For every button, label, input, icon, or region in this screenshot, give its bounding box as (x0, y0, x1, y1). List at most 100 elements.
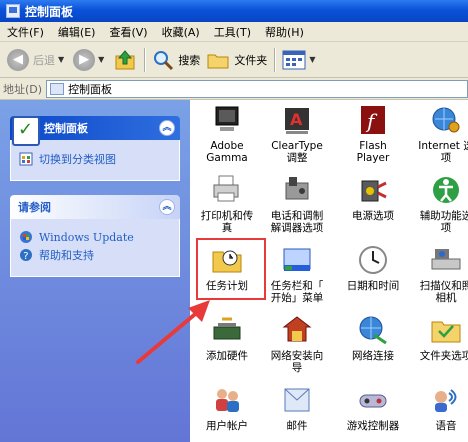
address-input[interactable]: 控制面板 (46, 79, 468, 98)
item-label: 电话和调制 解调器选项 (270, 210, 324, 234)
toolbar: ◀ 后退 ▼ ▶ ▼ 搜索 文件夹 ▼ (0, 42, 468, 78)
control-panel-item[interactable]: Adobe Gamma (191, 103, 263, 164)
flash-icon: f (356, 103, 390, 137)
item-label: 网络安装向 导 (270, 350, 324, 374)
folder-icon (207, 54, 229, 68)
svg-text:A: A (290, 110, 303, 129)
item-label: 文件夹选项 (419, 350, 468, 362)
item-label: Adobe Gamma (206, 140, 248, 164)
back-arrow-icon: ◀ (7, 48, 29, 71)
collapse-chevron-icon[interactable]: ︽ (159, 120, 175, 136)
up-folder-icon (115, 49, 135, 69)
category-view-icon (19, 152, 33, 166)
menu-edit[interactable]: 编辑(E) (51, 24, 103, 40)
dropdown-arrow-icon[interactable]: ▼ (309, 55, 315, 64)
search-icon (154, 50, 174, 70)
section-body: Windows Update ? 帮助和支持 (10, 219, 180, 277)
taskbar-icon (280, 243, 314, 277)
address-value: 控制面板 (68, 82, 113, 96)
switch-to-category-view-link[interactable]: 切换到分类视图 (19, 151, 173, 167)
menu-tools[interactable]: 工具(T) (207, 24, 258, 40)
control-panel-item[interactable]: f Flash Player (337, 103, 409, 164)
control-panel-item[interactable]: 语音 (410, 383, 468, 432)
section-header[interactable]: 请参阅 ︽ (10, 195, 180, 219)
mail-icon (280, 383, 314, 417)
item-label: 网络连接 (352, 350, 394, 362)
network-setup-icon (280, 313, 314, 347)
folders-button[interactable]: 文件夹 (203, 46, 270, 74)
game-controller-icon (356, 383, 390, 417)
control-panel-item[interactable]: 网络连接 (337, 313, 409, 362)
power-icon (356, 173, 390, 207)
windows-update-icon (20, 231, 32, 243)
control-panel-item[interactable]: 网络安装向 导 (261, 313, 333, 374)
item-label: 扫描仪和照 相机 (419, 280, 468, 304)
views-icon (282, 50, 306, 69)
see-also-section: 请参阅 ︽ Windows Update ? 帮助和支持 (10, 195, 180, 277)
control-panel-item[interactable]: 电源选项 (337, 173, 409, 222)
forward-arrow-icon: ▶ (73, 48, 96, 71)
control-panel-item[interactable]: 任务栏和「 开始」菜单 (261, 243, 333, 304)
annotation-arrow-icon (136, 300, 210, 364)
control-panel-icon (6, 4, 20, 18)
item-label: 用户帐户 (206, 420, 248, 432)
views-button[interactable]: ▼ (279, 46, 321, 74)
help-and-support-link[interactable]: ? 帮助和支持 (19, 247, 173, 263)
control-panel-item[interactable]: Internet 选 项 (410, 103, 468, 164)
menu-favorites[interactable]: 收藏(A) (155, 24, 207, 40)
folder-options-icon (429, 313, 463, 347)
collapse-chevron-icon[interactable]: ︽ (159, 199, 175, 215)
menu-bar: 文件(F) 编辑(E) 查看(V) 收藏(A) 工具(T) 帮助(H) (0, 22, 468, 42)
control-panel-item[interactable]: 游戏控制器 (337, 383, 409, 432)
internet-options-icon (429, 103, 463, 137)
menu-help[interactable]: 帮助(H) (258, 24, 311, 40)
address-label: 地址(D) (3, 82, 43, 96)
control-panel-item[interactable]: 辅助功能选 项 (410, 173, 468, 234)
control-panel-icon (50, 82, 65, 95)
menu-view[interactable]: 查看(V) (102, 24, 154, 40)
toolbar-separator (274, 47, 276, 72)
scanner-icon (429, 243, 463, 277)
user-accounts-icon (210, 383, 244, 417)
toolbar-separator (144, 47, 146, 72)
menu-file[interactable]: 文件(F) (0, 24, 51, 40)
control-panel-badge-icon (12, 116, 40, 146)
windows-update-link[interactable]: Windows Update (19, 230, 173, 244)
item-label: 电源选项 (352, 210, 394, 222)
control-panel-item[interactable]: 文件夹选项 (410, 313, 468, 362)
cleartype-icon: A (280, 103, 314, 137)
control-panel-item[interactable]: A ClearType 调整 (261, 103, 333, 164)
address-bar: 地址(D) 控制面板 (0, 78, 468, 100)
control-panel-item[interactable]: 电话和调制 解调器选项 (261, 173, 333, 234)
title-bar: 控制面板 (0, 0, 468, 22)
item-label: 邮件 (286, 420, 308, 432)
help-icon: ? (20, 249, 32, 262)
section-body: 切换到分类视图 (10, 140, 180, 181)
item-label: Internet 选 项 (418, 140, 468, 164)
item-label: 语音 (435, 420, 457, 432)
dropdown-arrow-icon[interactable]: ▼ (58, 55, 64, 64)
item-label: 打印机和传 真 (200, 210, 254, 234)
adobe-gamma-icon (210, 103, 244, 137)
item-label: 日期和时间 (346, 280, 400, 292)
phone-modem-icon (280, 173, 314, 207)
control-panel-item[interactable]: 打印机和传 真 (191, 173, 263, 234)
control-panel-item[interactable]: 用户帐户 (191, 383, 263, 432)
control-panel-item[interactable]: 邮件 (261, 383, 333, 432)
up-button[interactable] (110, 46, 140, 74)
back-button[interactable]: ◀ 后退 ▼ (4, 46, 70, 74)
dropdown-arrow-icon[interactable]: ▼ (98, 55, 104, 64)
network-connections-icon (356, 313, 390, 347)
svg-text:?: ? (23, 251, 28, 262)
clock-icon (356, 243, 390, 277)
control-panel-item[interactable]: 日期和时间 (337, 243, 409, 292)
task-pane: 控制面板 ︽ 切换到分类视图 请参阅 ︽ Windows Update ? 帮助… (0, 100, 190, 442)
control-panel-item[interactable]: 扫描仪和照 相机 (410, 243, 468, 304)
printer-icon (210, 173, 244, 207)
accessibility-icon (429, 173, 463, 207)
forward-button[interactable]: ▶ ▼ (70, 46, 110, 74)
item-label: ClearType 调整 (271, 140, 323, 164)
item-label: 辅助功能选 项 (419, 210, 468, 234)
window-title: 控制面板 (25, 4, 74, 19)
search-button[interactable]: 搜索 (149, 46, 203, 74)
